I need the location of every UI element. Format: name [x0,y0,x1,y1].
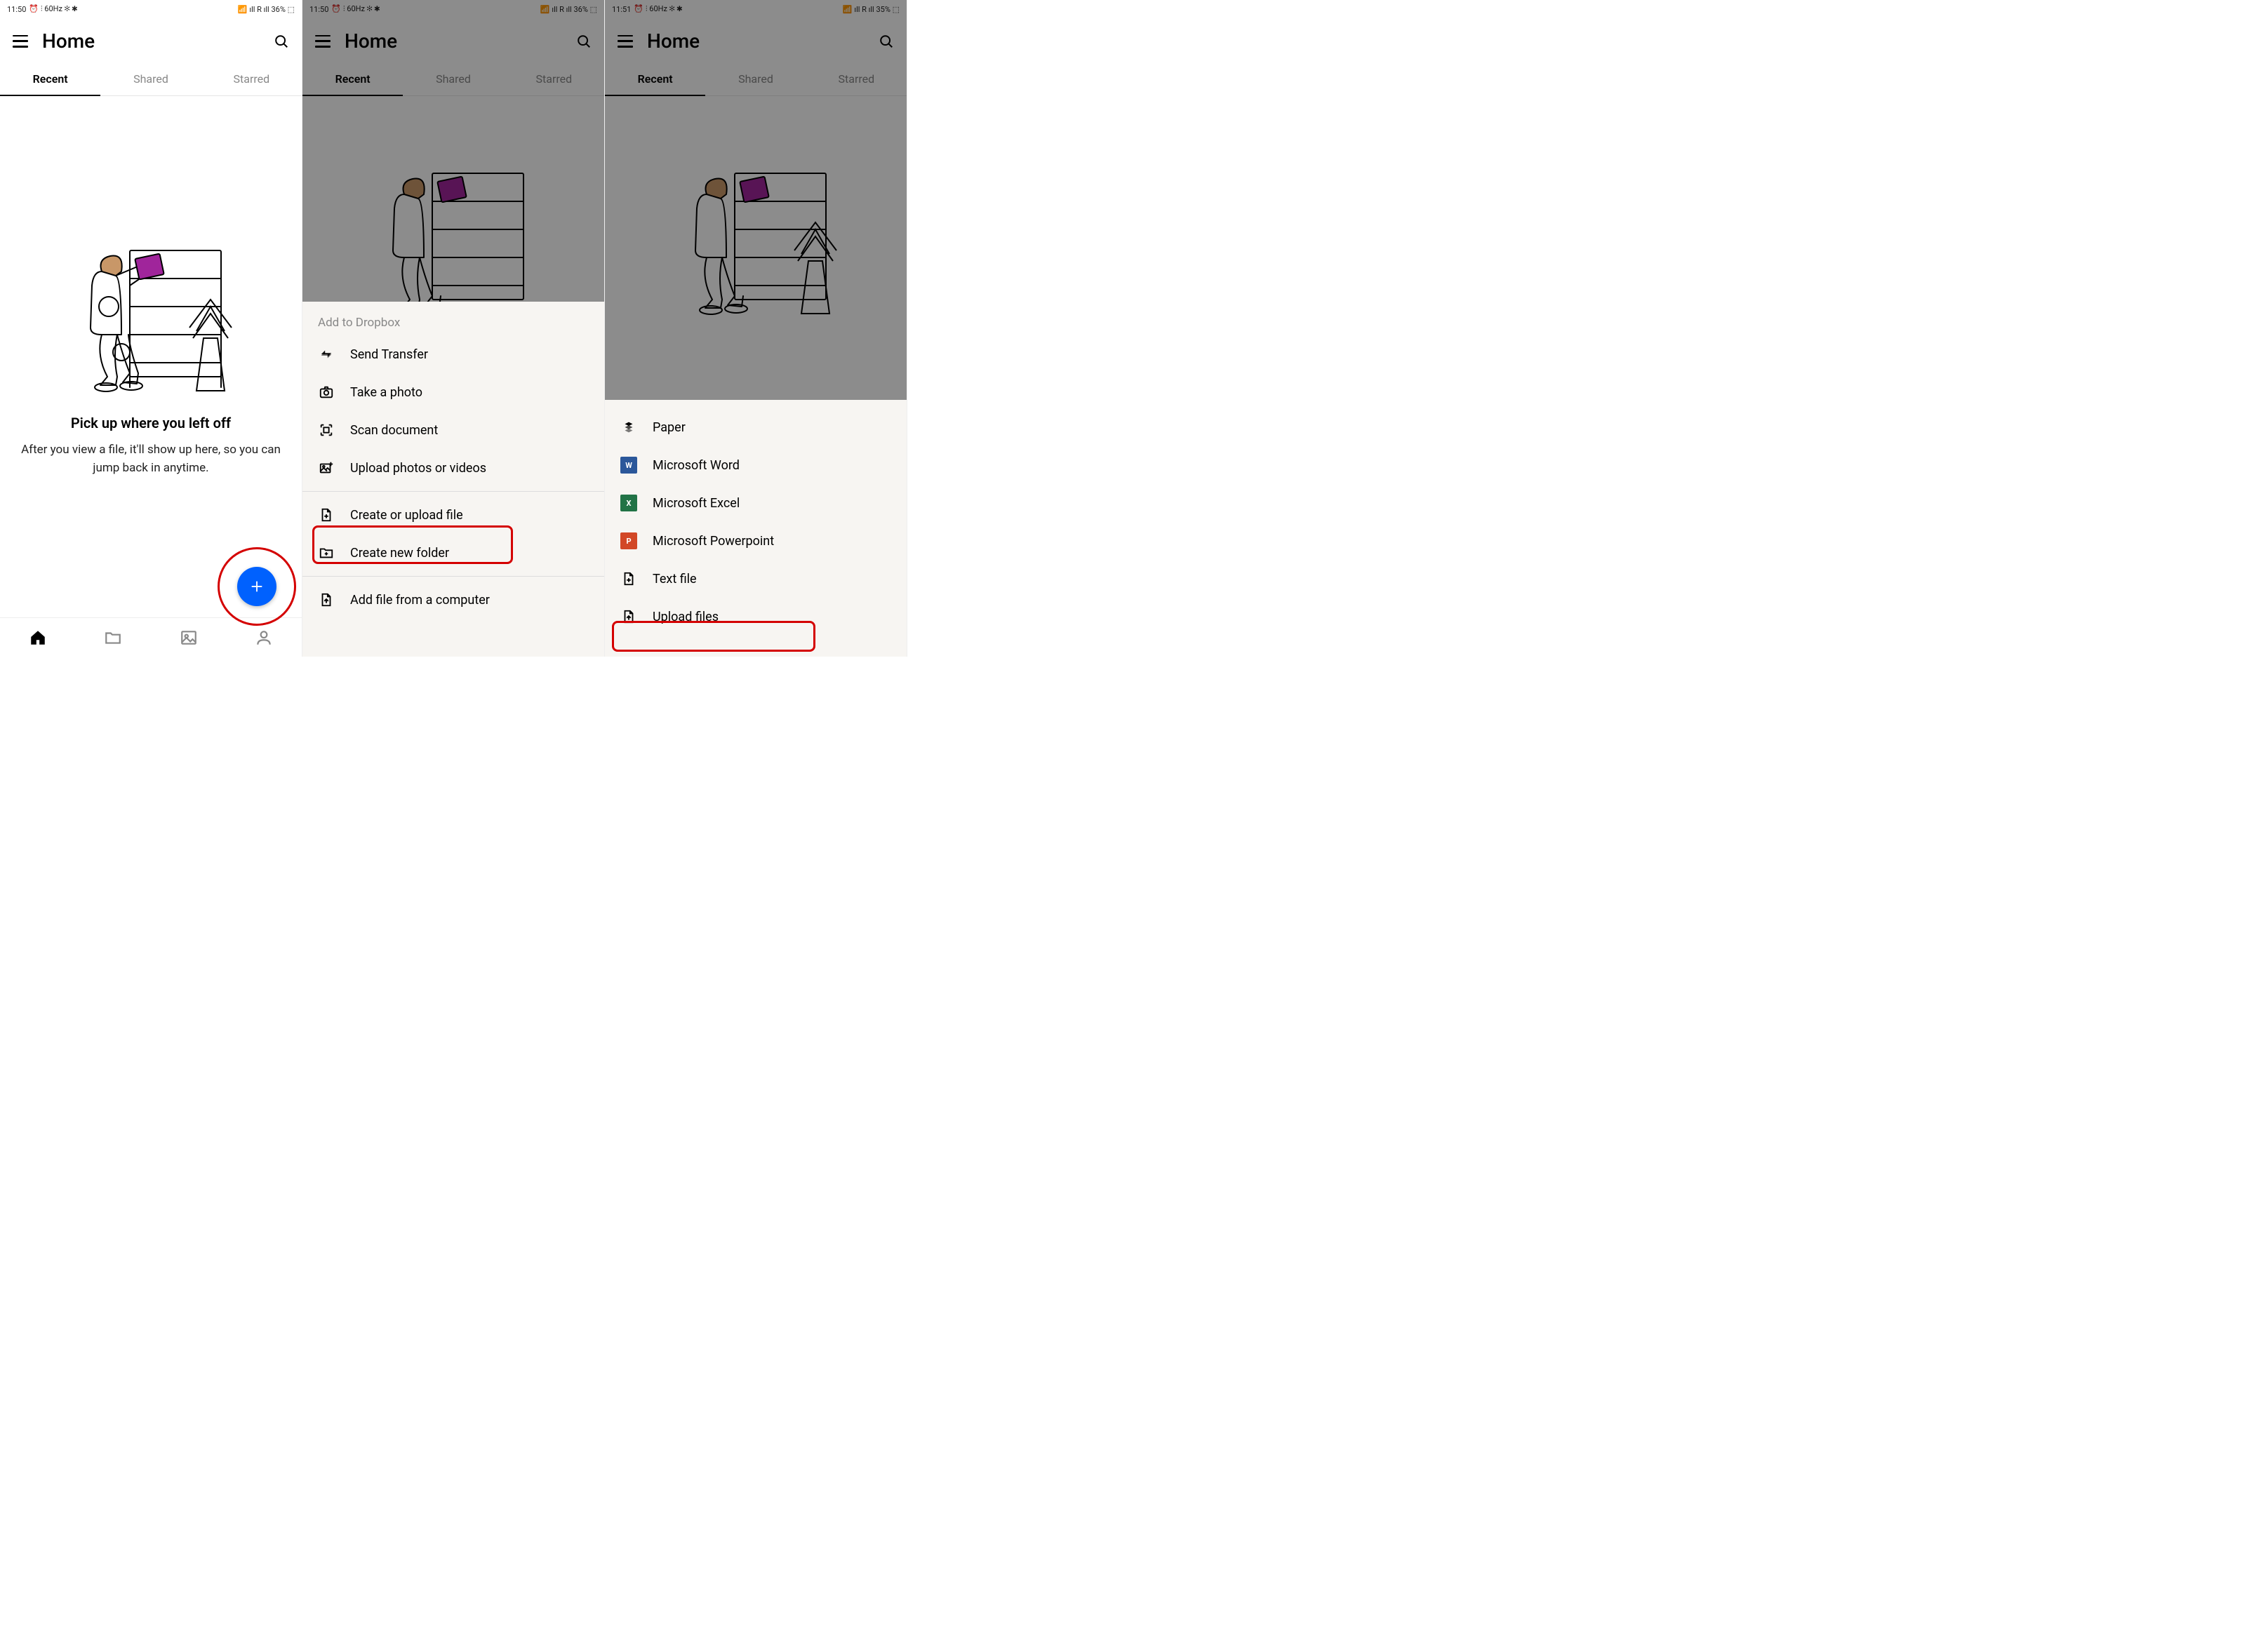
page-title: Home [345,29,563,53]
sheet-item-label: Add file from a computer [350,593,490,608]
text-file-icon [620,570,637,587]
file-computer-icon [318,591,335,608]
upload-media-icon [318,460,335,476]
sheet-item-take-photo[interactable]: Take a photo [302,373,604,411]
sheet-item-label: Microsoft Powerpoint [653,534,774,549]
search-icon[interactable] [879,34,894,49]
sheet-item-label: Create or upload file [350,508,463,523]
search-icon[interactable] [576,34,592,49]
sheet-item-powerpoint[interactable]: P Microsoft Powerpoint [605,522,907,560]
sheet-item-word[interactable]: W Microsoft Word [605,446,907,484]
sheet-divider [302,491,604,492]
bottom-nav [0,617,302,657]
screen-3: 11:51 ⏰ ⫶ 60Hz ✻ ✱ 📶 ıll R ıll 35% ⬚ Hom… [605,0,907,657]
add-to-dropbox-sheet: Add to Dropbox Send Transfer Take a phot… [302,302,604,657]
folder-plus-icon [318,544,335,561]
status-bar: 11:50 ⏰ ⫶ 60Hz ✻ ✱ 📶 ıll R ıll 36% ⬚ [302,0,604,18]
sheet-item-label: Upload files [653,610,719,624]
tab-recent[interactable]: Recent [605,64,705,95]
status-right: 📶 ıll R ıll 36% ⬚ [238,5,295,14]
tab-shared[interactable]: Shared [403,64,503,95]
tab-starred[interactable]: Starred [504,64,604,95]
status-indicators: ⏰ ⫶ 60Hz ✻ ✱ [634,4,682,14]
powerpoint-icon: P [620,532,637,549]
create-file-sheet: Paper W Microsoft Word X Microsoft Excel… [605,400,907,657]
screen-1: 11:50 ⏰ ⫶ 60Hz ✻ ✱ 📶 ıll R ıll 36% ⬚ Hom… [0,0,302,657]
empty-illustration [369,159,538,321]
nav-files-icon[interactable] [104,629,122,647]
paper-icon [620,419,637,436]
menu-icon[interactable] [315,35,332,48]
nav-photos-icon[interactable] [180,629,198,647]
status-time: 11:50 [309,5,328,14]
sheet-item-label: Paper [653,420,686,435]
tab-starred[interactable]: Starred [806,64,907,95]
sheet-item-scan-document[interactable]: Scan document [302,411,604,449]
sheet-item-excel[interactable]: X Microsoft Excel [605,484,907,522]
tabs: Recent Shared Starred [605,64,907,96]
sheet-item-add-from-computer[interactable]: Add file from a computer [302,581,604,619]
tab-shared[interactable]: Shared [100,64,201,95]
sheet-item-upload-files[interactable]: Upload files [605,598,907,636]
sheet-item-label: Scan document [350,423,438,438]
sheet-title: Add to Dropbox [302,302,604,335]
plus-icon [249,579,265,594]
status-right: 📶 ıll R ıll 36% ⬚ [540,5,597,14]
empty-body: After you view a file, it'll show up her… [21,441,281,477]
app-header: Home [0,18,302,64]
app-header: Home [302,18,604,64]
status-indicators: ⏰ ⫶ 60Hz ✻ ✱ [29,4,77,14]
tabs: Recent Shared Starred [302,64,604,96]
upload-file-icon [620,608,637,625]
tab-recent[interactable]: Recent [302,64,403,95]
transfer-icon [318,346,335,363]
sheet-item-label: Upload photos or videos [350,461,486,476]
menu-icon[interactable] [13,35,29,48]
status-right: 📶 ıll R ıll 35% ⬚ [843,5,900,14]
sheet-item-label: Take a photo [350,385,422,400]
tab-shared[interactable]: Shared [705,64,806,95]
sheet-item-label: Create new folder [350,546,449,561]
status-indicators: ⏰ ⫶ 60Hz ✻ ✱ [331,4,380,14]
camera-icon [318,384,335,401]
sheet-divider [302,576,604,577]
app-header: Home [605,18,907,64]
tab-recent[interactable]: Recent [0,64,100,95]
screen-2: 11:50 ⏰ ⫶ 60Hz ✻ ✱ 📶 ıll R ıll 36% ⬚ Hom… [302,0,605,657]
scan-icon [318,422,335,438]
sheet-item-upload-media[interactable]: Upload photos or videos [302,449,604,487]
empty-illustration [672,159,840,321]
word-icon: W [620,457,637,474]
status-bar: 11:51 ⏰ ⫶ 60Hz ✻ ✱ 📶 ıll R ıll 35% ⬚ [605,0,907,18]
menu-icon[interactable] [618,35,634,48]
file-plus-icon [318,507,335,523]
search-icon[interactable] [274,34,289,49]
empty-illustration [67,236,235,398]
sheet-item-create-folder[interactable]: Create new folder [302,534,604,572]
sheet-item-paper[interactable]: Paper [605,408,907,446]
nav-account-icon[interactable] [255,629,273,647]
status-time: 11:51 [612,5,631,14]
tab-starred[interactable]: Starred [201,64,302,95]
sheet-item-create-upload-file[interactable]: Create or upload file [302,496,604,534]
page-title: Home [647,29,866,53]
sheet-item-label: Microsoft Word [653,458,740,473]
excel-icon: X [620,495,637,511]
status-bar: 11:50 ⏰ ⫶ 60Hz ✻ ✱ 📶 ıll R ıll 36% ⬚ [0,0,302,18]
fab-container [237,567,276,606]
status-time: 11:50 [7,5,26,14]
sheet-item-send-transfer[interactable]: Send Transfer [302,335,604,373]
sheet-item-label: Send Transfer [350,347,428,362]
sheet-item-label: Microsoft Excel [653,496,740,511]
nav-home-icon[interactable] [29,629,47,647]
empty-state: Pick up where you left off After you vie… [0,96,302,617]
empty-title: Pick up where you left off [71,415,231,431]
tabs: Recent Shared Starred [0,64,302,96]
page-title: Home [42,29,261,53]
sheet-item-label: Text file [653,572,697,586]
sheet-item-text-file[interactable]: Text file [605,560,907,598]
add-fab[interactable] [237,567,276,606]
